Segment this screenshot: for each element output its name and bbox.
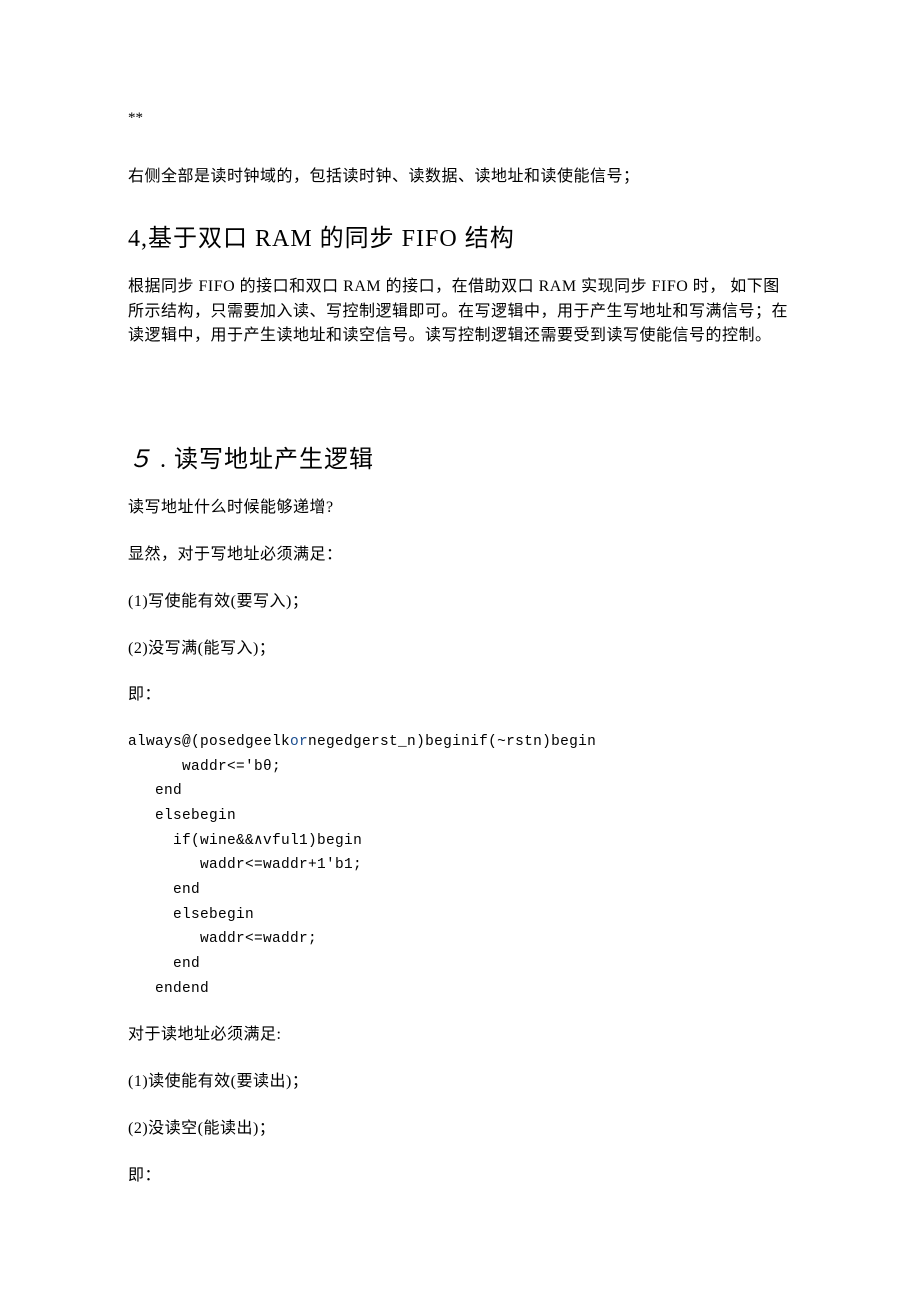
heading-5-text: . 读写地址产生逻辑 — [153, 447, 374, 473]
intro-paragraph: 右侧全部是读时钟域的，包括读时钟、读数据、读地址和读使能信号； — [128, 165, 792, 190]
code-line-4: elsebegin — [128, 808, 236, 824]
code-line-10: end — [128, 956, 200, 972]
read-cond-2: (2)没读空(能读出)； — [128, 1117, 792, 1142]
code-line-1-post: negedgerst_n)beginif(~rstn)begin — [308, 734, 596, 750]
heading-section-5: ５ . 读写地址产生逻辑 — [128, 439, 792, 474]
write-cond-1: (1)写使能有效(要写入)； — [128, 590, 792, 615]
code-line-3: end — [128, 783, 182, 799]
question-2: 显然，对于写地址必须满足： — [128, 543, 792, 568]
code-line-8: elsebegin — [128, 907, 254, 923]
code-line-5: if(wine&&∧vful1)begin — [128, 833, 362, 849]
question-1: 读写地址什么时候能够递增? — [128, 496, 792, 521]
code-line-2: waddr<='bθ; — [128, 759, 281, 775]
heading-section-4: 4,基于双口 RAM 的同步 FIFO 结构 — [128, 218, 792, 253]
verilog-code-block: always@(posedgeelkornegedgerst_n)beginif… — [128, 730, 792, 1001]
document-page: ** 右侧全部是读时钟域的，包括读时钟、读数据、读地址和读使能信号； 4,基于双… — [0, 0, 920, 1301]
code-line-11: endend — [128, 981, 209, 997]
read-cond-1: (1)读使能有效(要读出)； — [128, 1070, 792, 1095]
write-cond-2: (2)没写满(能写入)； — [128, 637, 792, 662]
code-line-7: end — [128, 882, 200, 898]
ie-label-2: 即： — [128, 1164, 792, 1189]
code-line-9: waddr<=waddr; — [128, 931, 317, 947]
read-intro: 对于读地址必须满足: — [128, 1023, 792, 1048]
code-keyword-or: or — [290, 734, 308, 750]
heading-5-number: ５ — [128, 447, 153, 473]
code-line-6: waddr<=waddr+1'b1; — [128, 857, 362, 873]
code-line-1-pre: always@(posedgeelk — [128, 734, 290, 750]
ie-label-1: 即： — [128, 683, 792, 708]
section-4-paragraph: 根据同步 FIFO 的接口和双口 RAM 的接口，在借助双口 RAM 实现同步 … — [128, 275, 792, 349]
asterisks-marker: ** — [128, 110, 792, 127]
spacer — [128, 371, 792, 411]
